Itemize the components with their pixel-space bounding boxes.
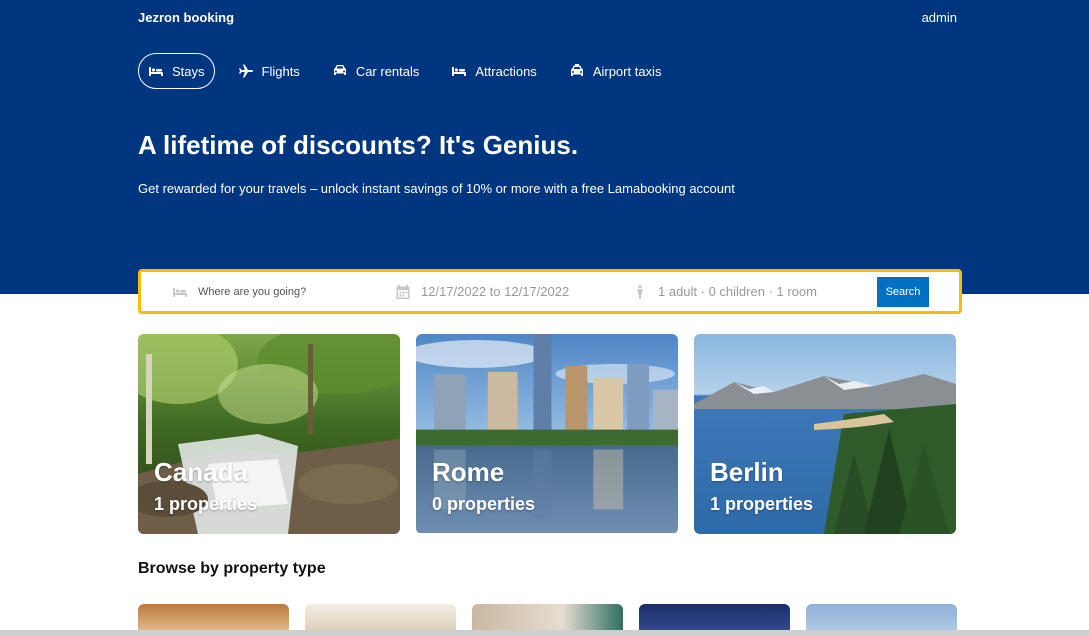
header-banner: Jezron booking admin Stays Flights Car r… [0,0,1089,294]
featured-card-rome[interactable]: Rome 0 properties [416,334,678,534]
nav-label-flights: Flights [261,63,300,79]
plane-icon [238,64,253,78]
calendar-icon [396,284,410,299]
destination-field[interactable] [172,284,338,300]
nav-item-flights[interactable]: Flights [229,53,309,89]
guests-field[interactable]: 1 adult · 0 children · 1 room [632,284,817,300]
hero-subtitle: Get rewarded for your travels – unlock i… [138,181,735,196]
user-name[interactable]: admin [922,10,957,25]
featured-title: Canada [154,457,248,487]
nav-label-stays: Stays [172,63,205,79]
featured-title: Berlin [710,457,784,487]
destination-input[interactable] [198,285,338,298]
taxi-icon [570,64,583,76]
nav-label-car-rentals: Car rentals [355,63,420,79]
bed-icon [173,287,187,297]
bed-icon [452,67,467,76]
featured-destinations: Canada 1 properties Rome 0 properties Be… [138,334,956,534]
hero-title: A lifetime of discounts? It's Genius. [138,130,579,160]
featured-title: Rome [432,457,505,487]
horizontal-scrollbar[interactable] [0,630,1089,636]
featured-count: 0 properties [432,494,536,514]
featured-card-canada[interactable]: Canada 1 properties [138,334,400,534]
nav-item-car-rentals[interactable]: Car rentals [323,53,429,89]
car-icon [333,65,346,75]
featured-count: 1 properties [154,494,258,514]
nav-item-attractions[interactable]: Attractions [442,53,545,89]
search-bar: 12/17/2022 to 12/17/2022 1 adult · 0 chi… [138,269,962,314]
nav-label-attractions: Attractions [475,63,537,79]
featured-card-berlin[interactable]: Berlin 1 properties [694,334,956,534]
date-range-text: 12/17/2022 to 12/17/2022 [421,284,570,299]
guests-text: 1 adult · 0 children · 1 room [658,284,817,299]
search-button[interactable]: Search [877,277,929,307]
nav-item-airport-taxis[interactable]: Airport taxis [560,53,671,89]
top-nav: Stays Flights Car rentals Attractions Ai… [138,53,684,89]
date-field[interactable]: 12/17/2022 to 12/17/2022 [395,284,569,300]
browse-section-title: Browse by property type [138,560,326,577]
nav-label-airport-taxis: Airport taxis [592,63,662,79]
person-icon [637,284,643,299]
nav-item-stays[interactable]: Stays [138,53,215,89]
bed-icon [149,67,163,76]
featured-count: 1 properties [710,494,814,514]
brand-logo[interactable]: Jezron booking [138,10,234,25]
